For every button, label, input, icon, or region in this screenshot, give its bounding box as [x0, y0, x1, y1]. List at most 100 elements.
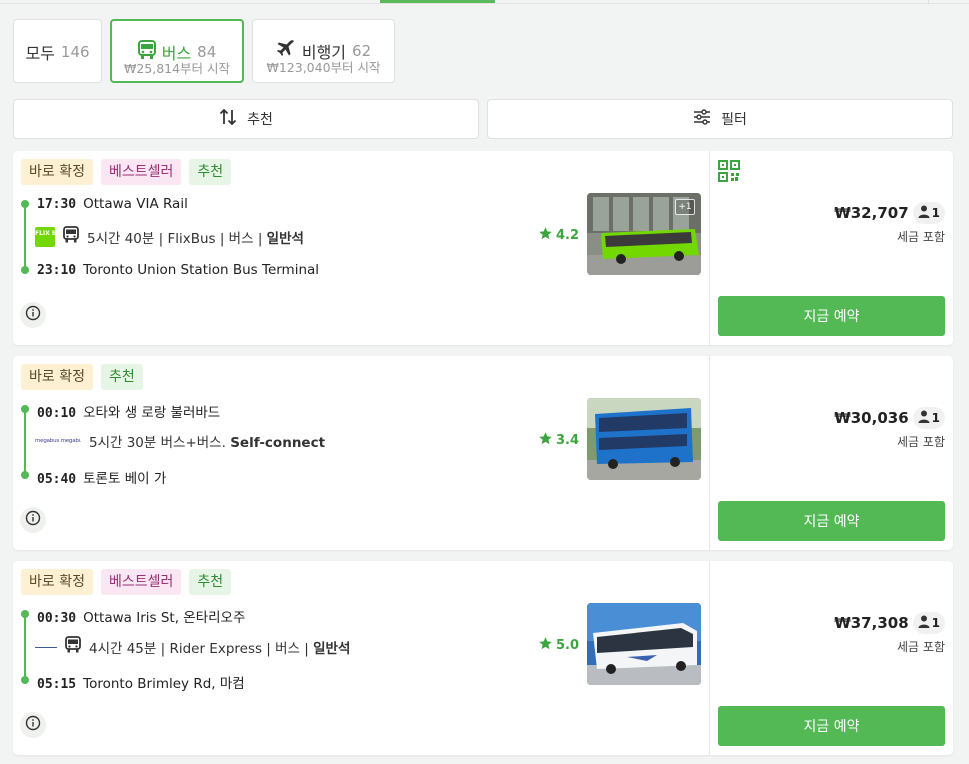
bus-photo[interactable]	[587, 398, 701, 480]
arrival-dot	[21, 471, 29, 479]
departure-stop: 17:30 Ottawa VIA Rail	[37, 196, 188, 212]
badge-instant-confirm: 바로 확정	[21, 159, 93, 185]
tab-bus[interactable]: 버스 84 ₩25,814부터 시작	[110, 19, 244, 83]
result-card-2[interactable]: 바로 확정 추천 00:10 오타와 생 로랑 불러바드 megabus mega…	[13, 356, 953, 550]
carrier-logo-rider-express	[35, 646, 57, 648]
departure-dot	[21, 405, 29, 413]
rating-value: 4.2	[556, 228, 580, 243]
result-card-1[interactable]: 바로 확정 베스트셀러 추천 17:30 Ottawa VIA Rail FLIX…	[13, 151, 953, 345]
tab-all-count: 146	[60, 43, 90, 61]
bus-photo[interactable]: +1	[587, 193, 701, 275]
price: ₩37,308	[834, 614, 909, 632]
info-button[interactable]	[20, 507, 46, 533]
bus-photo[interactable]	[587, 603, 701, 685]
departure-place: Ottawa Iris St, 온타리오주	[83, 610, 246, 626]
price-row: ₩32,707 1	[834, 202, 945, 224]
star-icon	[538, 636, 553, 655]
book-now-button[interactable]: 지금 예약	[718, 706, 945, 746]
arrival-stop: 05:40 토론토 베이 가	[37, 467, 166, 487]
seat-class: 일반석	[266, 231, 304, 247]
price-row: ₩37,308 1	[834, 612, 945, 634]
route-timeline	[24, 409, 26, 475]
badge-recommended: 추천	[100, 364, 143, 390]
tax-included-note: 세금 포함	[897, 230, 945, 244]
connection-type: Self-connect	[230, 435, 326, 451]
departure-stop: 00:10 오타와 생 로랑 불러바드	[37, 401, 220, 421]
rating-value: 5.0	[556, 638, 580, 653]
person-icon	[918, 205, 930, 221]
tax-included-note: 세금 포함	[897, 640, 945, 654]
arrival-place: Toronto Brimley Rd, 마컴	[83, 676, 245, 692]
person-icon	[918, 410, 930, 426]
carrier-info: megabus megabus 5시간 30분 버스+버스. Self-conn…	[35, 431, 325, 451]
price-row: ₩30,036 1	[834, 407, 945, 429]
tab-all-label: 모두	[25, 44, 55, 63]
trip-summary: 4시간 45분 | Rider Express | 버스 |	[89, 641, 314, 657]
carrier-info: 4시간 45분 | Rider Express | 버스 | 일반석	[35, 636, 350, 658]
filter-label: 필터	[721, 112, 747, 128]
bus-icon	[65, 636, 81, 658]
rating: 4.2	[538, 226, 579, 245]
rating-value: 3.4	[556, 433, 580, 448]
info-button[interactable]	[20, 302, 46, 328]
badge-recommended: 추천	[189, 569, 232, 595]
passenger-count: 1	[912, 202, 945, 224]
info-icon	[25, 510, 41, 530]
arrival-time: 05:15	[37, 677, 77, 692]
result-card-3[interactable]: 바로 확정 베스트셀러 추천 00:30 Ottawa Iris St, 온타리오…	[13, 561, 953, 755]
passenger-number: 1	[931, 206, 940, 220]
star-icon	[538, 431, 553, 450]
arrival-dot	[21, 266, 29, 274]
arrival-stop: 05:15 Toronto Brimley Rd, 마컴	[37, 672, 245, 692]
top-tab-strip	[0, 0, 969, 4]
badge-instant-confirm: 바로 확정	[21, 364, 93, 390]
rating: 3.4	[538, 431, 579, 450]
tab-all[interactable]: 모두 146	[13, 19, 102, 83]
sliders-icon	[693, 109, 711, 129]
photo-count: +1	[675, 199, 695, 215]
price: ₩30,036	[834, 409, 909, 427]
departure-place: Ottawa VIA Rail	[83, 196, 188, 212]
book-now-button[interactable]: 지금 예약	[718, 296, 945, 336]
arrival-stop: 23:10 Toronto Union Station Bus Terminal	[37, 262, 319, 278]
tab-plane-from-price: ₩123,040부터 시작	[266, 60, 381, 75]
departure-stop: 00:30 Ottawa Iris St, 온타리오주	[37, 606, 245, 626]
route-timeline	[24, 614, 26, 680]
carrier-logo-flixbus: FLIX BUS	[35, 227, 66, 247]
filter-button[interactable]: 필터	[487, 99, 953, 139]
price: ₩32,707	[834, 204, 909, 222]
info-button[interactable]	[20, 712, 46, 738]
star-icon	[538, 226, 553, 245]
sort-button[interactable]: 추천	[13, 99, 479, 139]
departure-dot	[21, 610, 29, 618]
badge-bestseller: 베스트셀러	[100, 159, 182, 185]
passenger-number: 1	[931, 616, 940, 630]
passenger-number: 1	[931, 411, 940, 425]
arrival-place: Toronto Union Station Bus Terminal	[83, 262, 320, 278]
info-icon	[25, 715, 41, 735]
qr-code-icon	[718, 160, 740, 186]
rating: 5.0	[538, 636, 579, 655]
sort-label: 추천	[247, 112, 273, 128]
bus-icon	[63, 226, 79, 248]
carrier-logo-megabus: megabus megabus	[35, 438, 81, 444]
departure-time: 17:30	[37, 197, 77, 212]
tab-bus-from-price: ₩25,814부터 시작	[123, 61, 231, 76]
arrival-place: 토론토 베이 가	[83, 471, 167, 487]
departure-place: 오타와 생 로랑 불러바드	[83, 405, 221, 421]
badge-list: 바로 확정 베스트셀러 추천	[21, 159, 232, 185]
book-now-button[interactable]: 지금 예약	[718, 501, 945, 541]
badge-bestseller: 베스트셀러	[100, 569, 182, 595]
departure-time: 00:10	[37, 406, 77, 421]
passenger-count: 1	[912, 612, 945, 634]
carrier-info: FLIX BUS 5시간 40분 | FlixBus | 버스 | 일반석	[35, 226, 304, 248]
route-timeline	[24, 204, 26, 270]
sort-arrows-icon	[219, 108, 237, 130]
tax-included-note: 세금 포함	[897, 435, 945, 449]
badge-list: 바로 확정 베스트셀러 추천	[21, 569, 232, 595]
departure-dot	[21, 200, 29, 208]
badge-recommended: 추천	[189, 159, 232, 185]
tab-plane[interactable]: 비행기 62 ₩123,040부터 시작	[252, 19, 395, 83]
badge-list: 바로 확정 추천	[21, 364, 143, 390]
person-icon	[918, 615, 930, 631]
